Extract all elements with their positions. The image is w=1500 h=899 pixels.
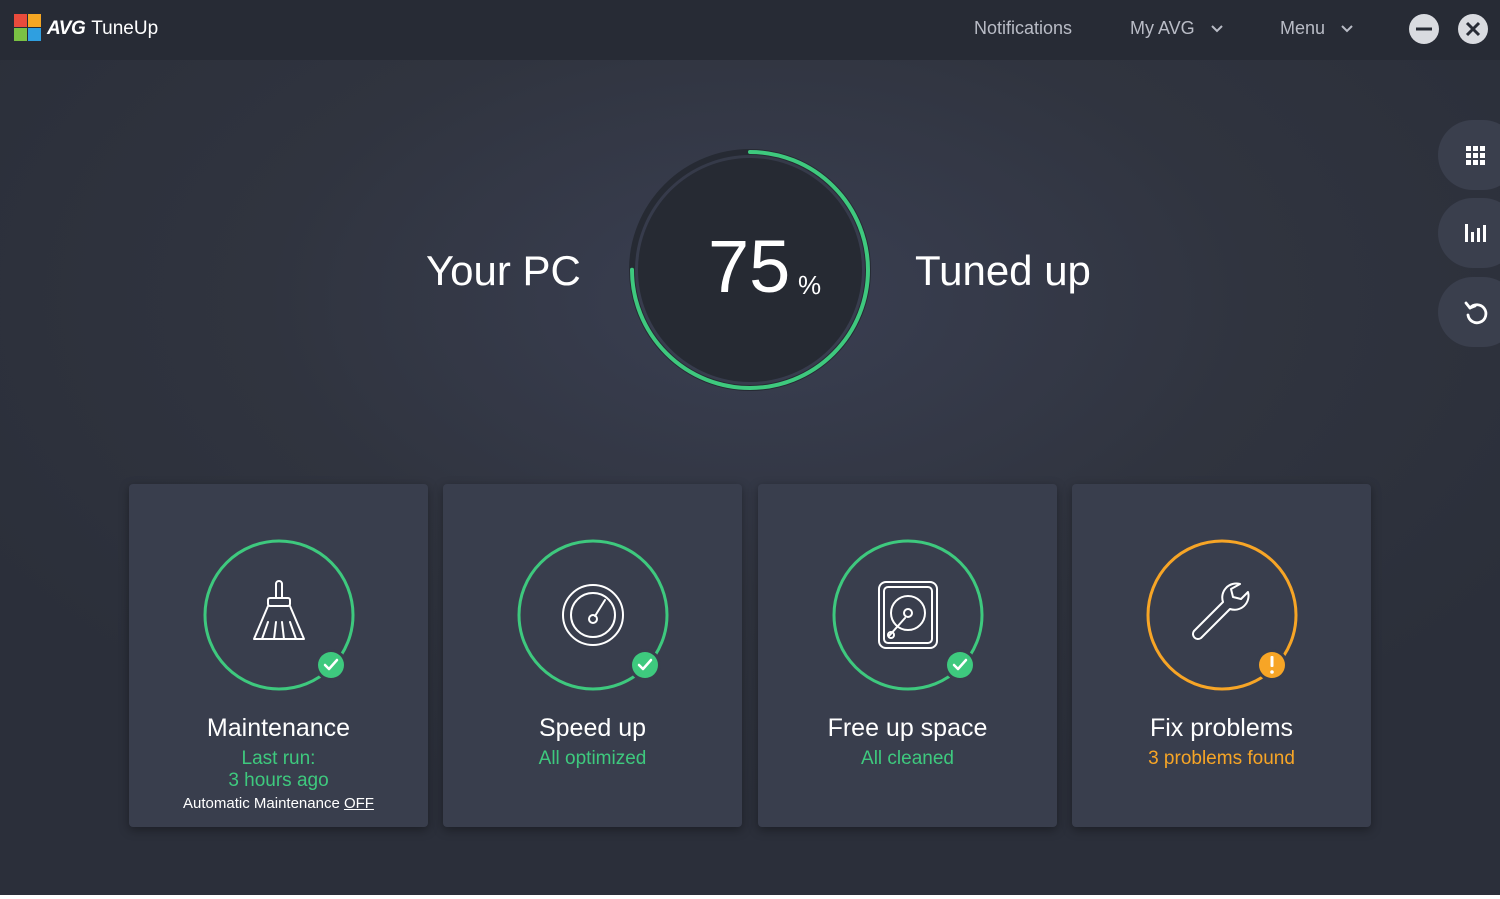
menu-label: Menu: [1280, 18, 1326, 38]
fix-problems-title: Fix problems: [1149, 714, 1294, 742]
speed-up-card[interactable]: Speed up All optimized: [443, 484, 742, 827]
grid-icon: [1466, 146, 1485, 165]
chevron-down-icon: [1341, 25, 1353, 33]
free-up-space-card[interactable]: Free up space All cleaned: [758, 484, 1057, 827]
close-icon: [1465, 21, 1481, 37]
notifications-label: Notifications: [974, 18, 1073, 38]
apps-grid-button[interactable]: [1438, 120, 1500, 190]
brand-name: TuneUp: [91, 18, 159, 39]
hero-tuned-up: Tuned up: [915, 247, 1091, 294]
fix-problems-card[interactable]: Fix problems 3 problems found: [1072, 484, 1371, 827]
auto-maintenance-label: Automatic Maintenance: [183, 795, 340, 812]
score-unit: %: [798, 270, 822, 300]
maintenance-last-run-label: Last run:: [241, 748, 316, 769]
free-up-space-status: All cleaned: [861, 748, 954, 769]
score-value: 75: [708, 225, 791, 308]
speed-up-ring: [517, 539, 669, 691]
avg-logo-icon: [14, 14, 41, 41]
fix-problems-status: 3 problems found: [1148, 748, 1295, 769]
close-button[interactable]: [1458, 14, 1488, 44]
brand-prefix: AVG: [47, 18, 86, 39]
title-bar: AVG TuneUp Notifications My AVG Menu: [0, 0, 1500, 60]
maintenance-card[interactable]: Maintenance Last run: 3 hours ago Automa…: [129, 484, 428, 827]
maintenance-last-run-time: 3 hours ago: [228, 770, 329, 791]
my-avg-dropdown[interactable]: My AVG: [1130, 17, 1224, 39]
broom-icon: [253, 580, 305, 640]
my-avg-label: My AVG: [1130, 18, 1195, 38]
speed-up-status: All optimized: [538, 748, 647, 769]
wrench-icon: [1192, 582, 1250, 640]
fix-problems-ring: [1146, 539, 1298, 691]
notifications-link[interactable]: Notifications: [974, 17, 1072, 39]
rescue-center-button[interactable]: [1438, 277, 1500, 347]
minimize-icon: [1416, 27, 1432, 31]
speed-up-title: Speed up: [538, 714, 647, 742]
app-title: AVG TuneUp: [47, 17, 158, 41]
hard-drive-icon: [878, 581, 938, 649]
maintenance-title: Maintenance: [206, 714, 351, 742]
menu-dropdown[interactable]: Menu: [1280, 17, 1354, 39]
speedometer-icon: [562, 584, 624, 646]
warning-icon: [1270, 656, 1274, 674]
app-window: AVG TuneUp Notifications My AVG Menu You…: [0, 0, 1500, 895]
free-up-space-title: Free up space: [827, 714, 988, 742]
free-up-space-ring: [832, 539, 984, 691]
bar-chart-icon: [1465, 224, 1486, 242]
chevron-down-icon: [1210, 25, 1223, 33]
auto-maintenance-status: Automatic Maintenance OFF: [129, 794, 428, 814]
undo-icon: [1464, 301, 1488, 325]
minimize-button[interactable]: [1409, 14, 1439, 44]
hero-your-pc: Your PC: [426, 247, 581, 294]
reports-button[interactable]: [1438, 198, 1500, 268]
maintenance-ring: [203, 539, 355, 691]
auto-maintenance-toggle-link[interactable]: OFF: [344, 795, 374, 812]
